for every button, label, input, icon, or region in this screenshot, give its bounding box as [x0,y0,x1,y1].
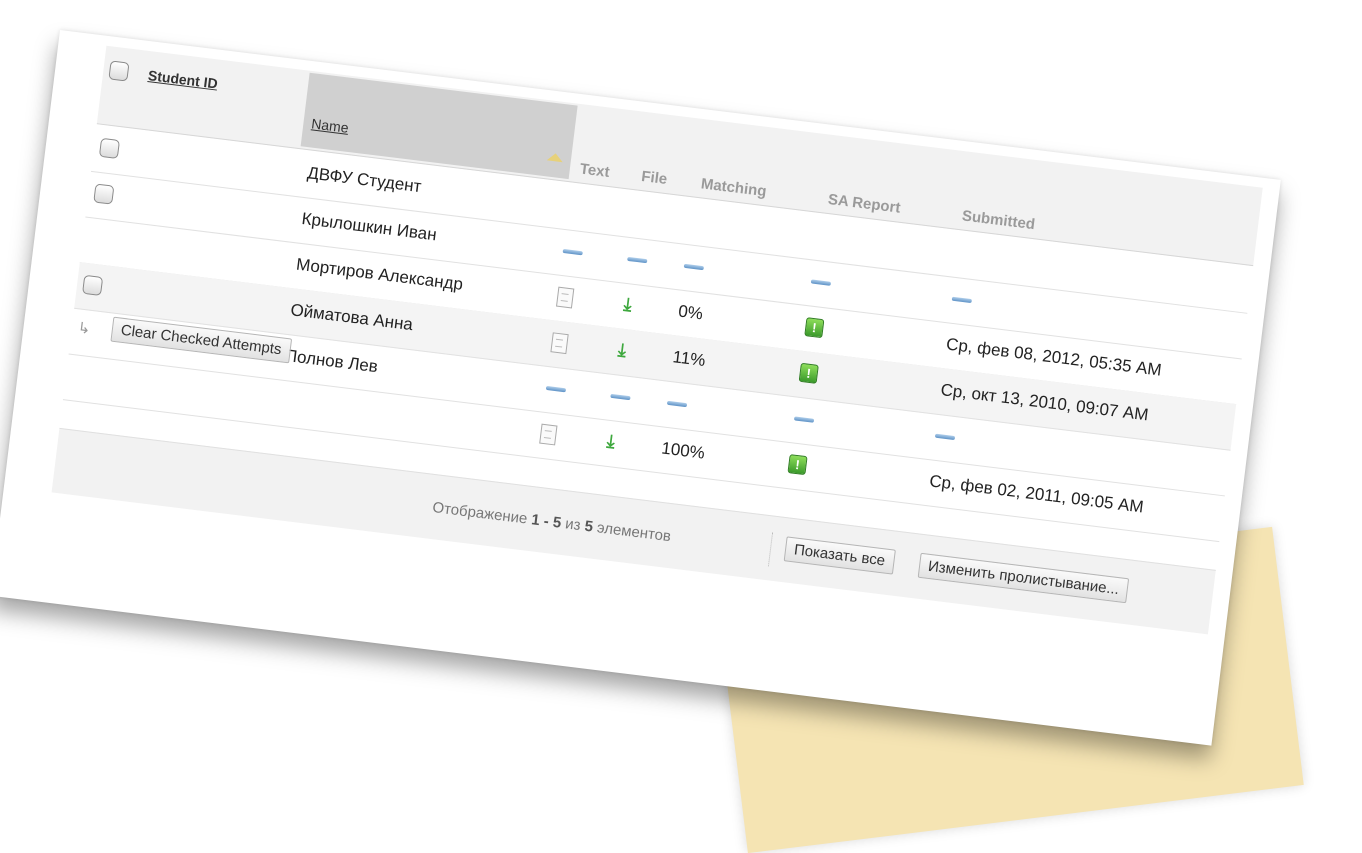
no-text-dash [562,248,583,256]
student-name: Ойматова Анна [289,300,415,335]
sort-ascending-icon [546,152,564,163]
matching-value: 11% [671,347,707,371]
no-file-dash [610,393,631,401]
pagination-suffix: элементов [596,519,672,546]
column-file[interactable]: File [640,168,668,188]
no-matching-dash [683,263,705,271]
show-all-button[interactable]: Показать все [783,536,896,575]
student-id-sort-link[interactable]: Student ID [147,67,218,91]
sa-report-icon[interactable]: ! [804,317,825,339]
download-icon[interactable]: ⤓ [617,339,627,360]
grade-center-panel: Student ID Name Text File Matching SA Re… [0,30,1281,746]
no-sa-dash [793,416,815,423]
no-submitted-dash [951,296,972,304]
no-text-dash [545,385,567,393]
matching-value: 100% [660,438,706,463]
column-submitted[interactable]: Submitted [961,207,1036,233]
student-name: Полнов Лев [283,345,379,377]
selection-arrow-icon: ↳ [76,319,92,338]
no-matching-dash [666,400,688,408]
no-sa-dash [810,279,832,286]
pagination-prefix: Отображение [431,499,529,528]
pagination-of: из [564,515,582,535]
document-icon[interactable] [555,286,575,309]
document-icon[interactable] [539,423,558,446]
row-checkbox[interactable] [82,274,104,296]
sa-report-icon[interactable]: ! [787,454,808,476]
student-name: Крылошкин Иван [300,208,438,245]
student-name: Мортиров Александр [295,254,465,294]
matching-value: 0% [677,301,704,324]
divider [767,532,775,567]
pagination-summary: Отображение 1 - 5 из 5 элементов [432,499,672,545]
pagination-range: 1 - 5 [530,511,563,532]
document-icon[interactable] [550,332,569,355]
column-student-id[interactable]: Student ID [147,67,218,92]
no-file-dash [627,256,648,264]
column-sa-report[interactable]: SA Report [827,191,901,217]
pagination-total: 5 [583,517,594,536]
student-name: ДВФУ Студент [306,163,423,197]
download-icon[interactable]: ⤓ [606,431,616,452]
sa-report-icon[interactable]: ! [798,362,819,384]
attempts-table: Student ID Name Text File Matching SA Re… [51,45,1263,635]
edit-paging-button[interactable]: Изменить пролистывание... [917,552,1130,604]
column-matching[interactable]: Matching [700,175,767,200]
no-submitted-dash [934,433,956,441]
download-icon[interactable]: ⤓ [623,294,633,315]
row-checkbox[interactable] [98,137,121,159]
column-text[interactable]: Text [579,160,611,180]
name-sort-link[interactable]: Name [311,115,350,135]
row-checkbox[interactable] [93,183,115,205]
select-all-checkbox[interactable] [108,60,130,82]
